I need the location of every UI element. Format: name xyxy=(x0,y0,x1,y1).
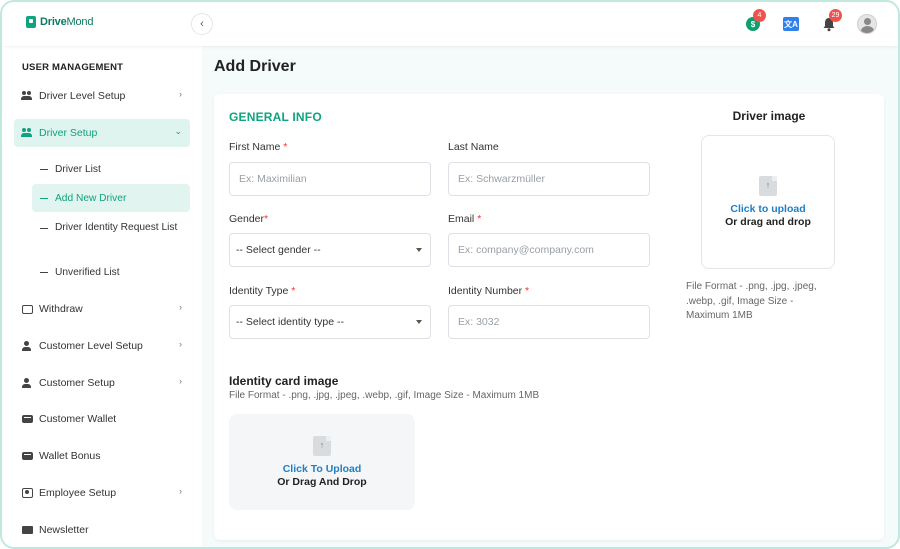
chevron-right-icon: › xyxy=(179,339,182,349)
chevron-down-icon: ⌄ xyxy=(174,126,182,136)
dash-icon xyxy=(40,197,48,199)
driver-image-title: Driver image xyxy=(732,109,806,123)
sidebar-item-customer-level-setup[interactable]: Customer Level Setup › xyxy=(14,332,190,360)
chevron-right-icon: › xyxy=(179,89,182,99)
page-title: Add Driver xyxy=(214,58,296,75)
last-name-input[interactable] xyxy=(448,162,650,196)
identity-number-label: Identity Number * xyxy=(448,285,530,297)
sidebar-item-label: Withdraw xyxy=(39,303,83,315)
sidebar-item-label: Customer Wallet xyxy=(39,413,117,425)
wallet-coin-button[interactable]: $ 4 xyxy=(734,9,772,38)
click-to-upload-link[interactable]: Click To Upload xyxy=(283,463,362,475)
identity-card-format-note: File Format - .png, .jpg, .jpeg, .webp, … xyxy=(229,390,540,401)
sidebar: USER MANAGEMENT Driver Level Setup › Dri… xyxy=(2,46,202,547)
sidebar-collapse-button[interactable]: ‹ xyxy=(191,13,213,35)
sidebar-item-driver-level-setup[interactable]: Driver Level Setup › xyxy=(14,82,190,110)
driver-image-format-note: File Format - .png, .jpg, .jpeg, .webp, … xyxy=(686,281,817,321)
avatar xyxy=(857,14,877,34)
chevron-right-icon: › xyxy=(179,486,182,496)
logo[interactable]: DriveMond xyxy=(26,16,93,28)
sidebar-item-driver-setup[interactable]: Driver Setup ⌄ xyxy=(14,119,190,147)
user-level-icon xyxy=(21,340,33,352)
sidebar-item-wallet-bonus[interactable]: Wallet Bonus xyxy=(14,442,190,470)
add-driver-form: GENERAL INFO First Name * Last Name Gend… xyxy=(214,94,884,540)
drag-drop-hint: Or Drag And Drop xyxy=(277,476,367,488)
first-name-label: First Name * xyxy=(229,141,288,153)
user-icon xyxy=(21,377,33,389)
general-info-title: GENERAL INFO xyxy=(229,110,322,124)
caret-down-icon xyxy=(416,248,422,252)
last-name-label: Last Name xyxy=(448,141,499,153)
identity-type-label: Identity Type * xyxy=(229,285,296,297)
sidebar-item-customer-setup[interactable]: Customer Setup › xyxy=(14,369,190,397)
upload-file-icon xyxy=(313,436,331,456)
sidebar-item-label: Wallet Bonus xyxy=(39,450,101,462)
mail-icon xyxy=(21,526,33,534)
sidebar-subitem-add-new-driver[interactable]: Add New Driver xyxy=(32,184,190,212)
drag-drop-hint: Or drag and drop xyxy=(725,216,811,228)
identity-card-upload[interactable]: Click To Upload Or Drag And Drop xyxy=(229,414,415,510)
sidebar-subitem-driver-identity-request-list[interactable]: Driver Identity Request List xyxy=(32,216,182,244)
sidebar-item-withdraw[interactable]: Withdraw › xyxy=(14,295,190,323)
caret-down-icon xyxy=(416,320,422,324)
profile-button[interactable] xyxy=(848,10,886,38)
sidebar-section-title: USER MANAGEMENT xyxy=(22,62,124,73)
identity-card-title: Identity card image xyxy=(229,374,339,388)
dash-icon xyxy=(40,228,48,229)
id-card-icon xyxy=(21,488,33,498)
email-label: Email * xyxy=(448,213,482,225)
logo-text: DriveMond xyxy=(40,16,94,28)
users-icon xyxy=(21,128,33,138)
wallet-icon xyxy=(21,415,33,423)
upload-file-icon xyxy=(759,176,777,196)
chevron-left-icon: ‹ xyxy=(200,18,204,30)
gender-select[interactable]: -- Select gender -- xyxy=(229,233,431,267)
gender-label: Gender* xyxy=(229,213,269,225)
sidebar-item-label: Employee Setup xyxy=(39,487,117,499)
language-button[interactable]: 文A xyxy=(772,10,810,38)
driver-image-upload[interactable]: Click to upload Or drag and drop xyxy=(701,135,835,269)
sidebar-item-label: Customer Level Setup xyxy=(39,340,143,352)
users-icon xyxy=(21,91,33,101)
chevron-right-icon: › xyxy=(179,302,182,312)
sidebar-item-employee-setup[interactable]: Employee Setup › xyxy=(14,479,190,507)
wallet-icon xyxy=(21,452,33,460)
notification-button[interactable]: 29 xyxy=(810,9,848,38)
sidebar-subitem-unverified-list[interactable]: Unverified List xyxy=(32,258,190,286)
click-to-upload-link[interactable]: Click to upload xyxy=(730,203,805,215)
sidebar-item-label: Customer Setup xyxy=(39,377,115,389)
sidebar-item-label: Driver Level Setup xyxy=(39,90,126,102)
sidebar-subitem-driver-list[interactable]: Driver List xyxy=(32,155,190,183)
sidebar-item-newsletter[interactable]: Newsletter xyxy=(14,516,190,544)
identity-number-input[interactable] xyxy=(448,305,650,339)
top-bar: DriveMond ‹ $ 4 文A 29 xyxy=(2,2,898,46)
withdraw-icon xyxy=(21,304,33,314)
identity-type-select[interactable]: -- Select identity type -- xyxy=(229,305,431,339)
coin-badge: 4 xyxy=(753,9,766,22)
chevron-right-icon: › xyxy=(179,376,182,386)
top-icons: $ 4 文A 29 xyxy=(734,9,886,38)
sidebar-item-label: Driver Setup xyxy=(39,127,98,139)
email-input[interactable] xyxy=(448,233,650,267)
sidebar-item-label: Newsletter xyxy=(39,524,89,536)
sidebar-item-customer-wallet[interactable]: Customer Wallet xyxy=(14,405,190,433)
app-window: DriveMond ‹ $ 4 文A 29 USER MANAGEMENT Dr… xyxy=(0,0,900,549)
dash-icon xyxy=(40,168,48,170)
translate-icon: 文A xyxy=(783,17,799,31)
logo-icon xyxy=(26,16,36,28)
dash-icon xyxy=(40,271,48,273)
first-name-input[interactable] xyxy=(229,162,431,196)
notification-badge: 29 xyxy=(829,9,842,22)
